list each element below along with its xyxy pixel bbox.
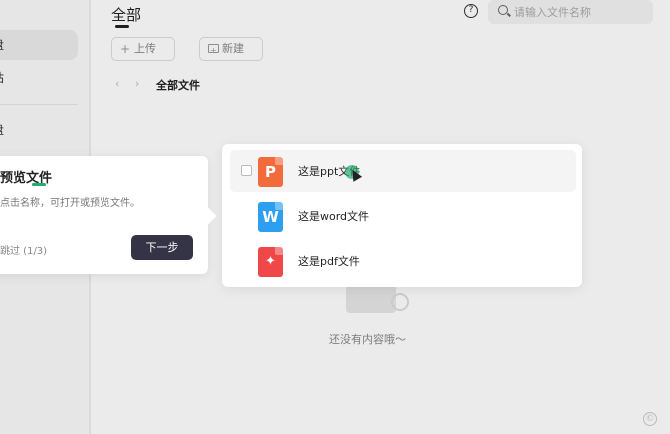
file-checkbox[interactable] bbox=[241, 165, 252, 176]
word-file-icon: W bbox=[258, 202, 283, 232]
guide-skip-link[interactable]: 跳过 (1/3) bbox=[0, 242, 47, 257]
guide-title-underline bbox=[32, 183, 46, 186]
file-name[interactable]: 这是pdf文件 bbox=[298, 253, 360, 269]
ppt-file-icon: P bbox=[258, 157, 283, 187]
file-row-word[interactable]: W 这是word文件 bbox=[230, 195, 576, 237]
guide-next-button[interactable]: 下一步 bbox=[131, 235, 193, 260]
file-list: P 这是ppt文件 W 这是word文件 ✦ 这是pdf文件 bbox=[222, 144, 582, 287]
copyright-icon: © bbox=[643, 412, 657, 426]
pdf-file-icon: ✦ bbox=[258, 247, 283, 277]
file-name[interactable]: 这是word文件 bbox=[298, 208, 369, 224]
guide-tooltip: 预览文件 点击名称，可打开或预览文件。 跳过 (1/3) 下一步 bbox=[0, 156, 208, 274]
file-row-pdf[interactable]: ✦ 这是pdf文件 bbox=[230, 240, 576, 282]
file-row-ppt[interactable]: P 这是ppt文件 bbox=[230, 150, 576, 192]
guide-description: 点击名称，可打开或预览文件。 bbox=[0, 198, 140, 209]
